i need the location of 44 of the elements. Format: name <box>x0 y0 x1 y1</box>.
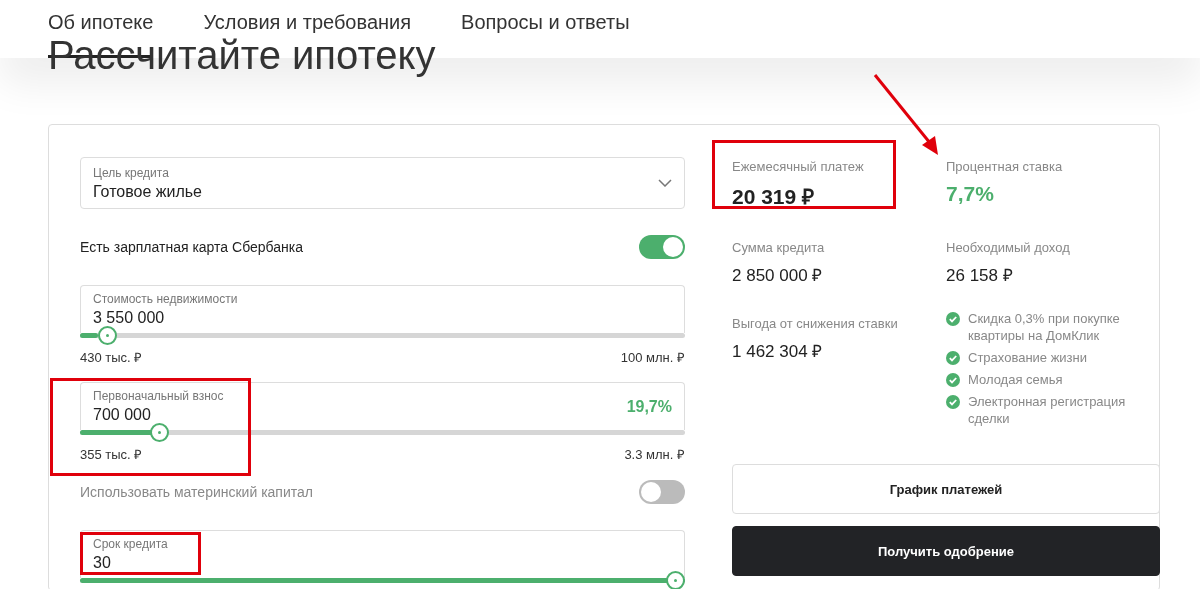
schedule-button[interactable]: График платежей <box>732 464 1160 515</box>
discount-item: Молодая семья <box>968 370 1063 388</box>
approval-button[interactable]: Получить одобрение <box>732 526 1160 577</box>
check-icon <box>946 311 960 326</box>
metric-value: 26 158 ₽ <box>946 264 1014 286</box>
metric-label: Ежемесячный платеж <box>732 159 865 174</box>
discount-item: Электронная регистрация сделки <box>968 392 1127 427</box>
field-label: Цель кредита <box>93 165 170 180</box>
slider-thumb[interactable] <box>150 423 170 442</box>
chevron-down-icon <box>658 179 672 187</box>
min-limit: 430 тыс. ₽ <box>80 349 143 366</box>
discount-item: Скидка 0,3% при покупке квартиры на ДомКлик <box>968 309 1121 344</box>
nav-tab[interactable]: Об ипотеке <box>48 10 154 34</box>
min-limit: 355 тыс. ₽ <box>80 446 143 463</box>
metric-value: 1 462 304 ₽ <box>732 340 824 362</box>
metric-label: Выгода от снижения ставки <box>732 315 899 331</box>
nav-tab[interactable]: Вопросы и ответы <box>461 10 630 34</box>
toggle-label: Использовать материнский капитал <box>80 484 313 500</box>
discount-item: Страхование жизни <box>968 348 1088 366</box>
toggle-label: Есть зарплатная карта Сбербанка <box>80 239 303 255</box>
metric-label: Необходимый доход <box>946 239 1071 255</box>
field-value: 700 000 <box>93 406 152 424</box>
field-label: Первоначальный взнос <box>93 389 224 403</box>
nav-tab[interactable]: Условия и требования <box>203 10 412 34</box>
check-icon <box>946 350 960 365</box>
field-label: Срок кредита <box>93 537 168 551</box>
field-value: Готовое жилье <box>93 182 202 201</box>
field-label: Стоимость недвижимости <box>93 292 238 306</box>
down-payment-share: 19,7% <box>626 397 672 416</box>
max-limit: 100 млн. ₽ <box>620 349 685 366</box>
slider-thumb[interactable] <box>666 571 685 589</box>
check-icon <box>946 372 960 387</box>
slider-thumb[interactable] <box>97 326 117 345</box>
metric-value: 2 850 000 ₽ <box>732 264 824 286</box>
field-value: 30 <box>93 554 112 572</box>
check-icon <box>946 394 960 409</box>
metric-value: 7,7% <box>946 182 995 206</box>
max-limit: 3.3 млн. ₽ <box>624 446 685 463</box>
toggle-switch[interactable] <box>639 235 685 259</box>
metric-label: Процентная ставка <box>946 159 1064 174</box>
field-value: 3 550 000 <box>93 309 166 327</box>
loan-purpose-select[interactable]: Цель кредита Готовое жилье <box>80 157 685 209</box>
metric-value: 20 319 ₽ <box>732 184 816 210</box>
metric-label: Сумма кредита <box>732 239 826 255</box>
